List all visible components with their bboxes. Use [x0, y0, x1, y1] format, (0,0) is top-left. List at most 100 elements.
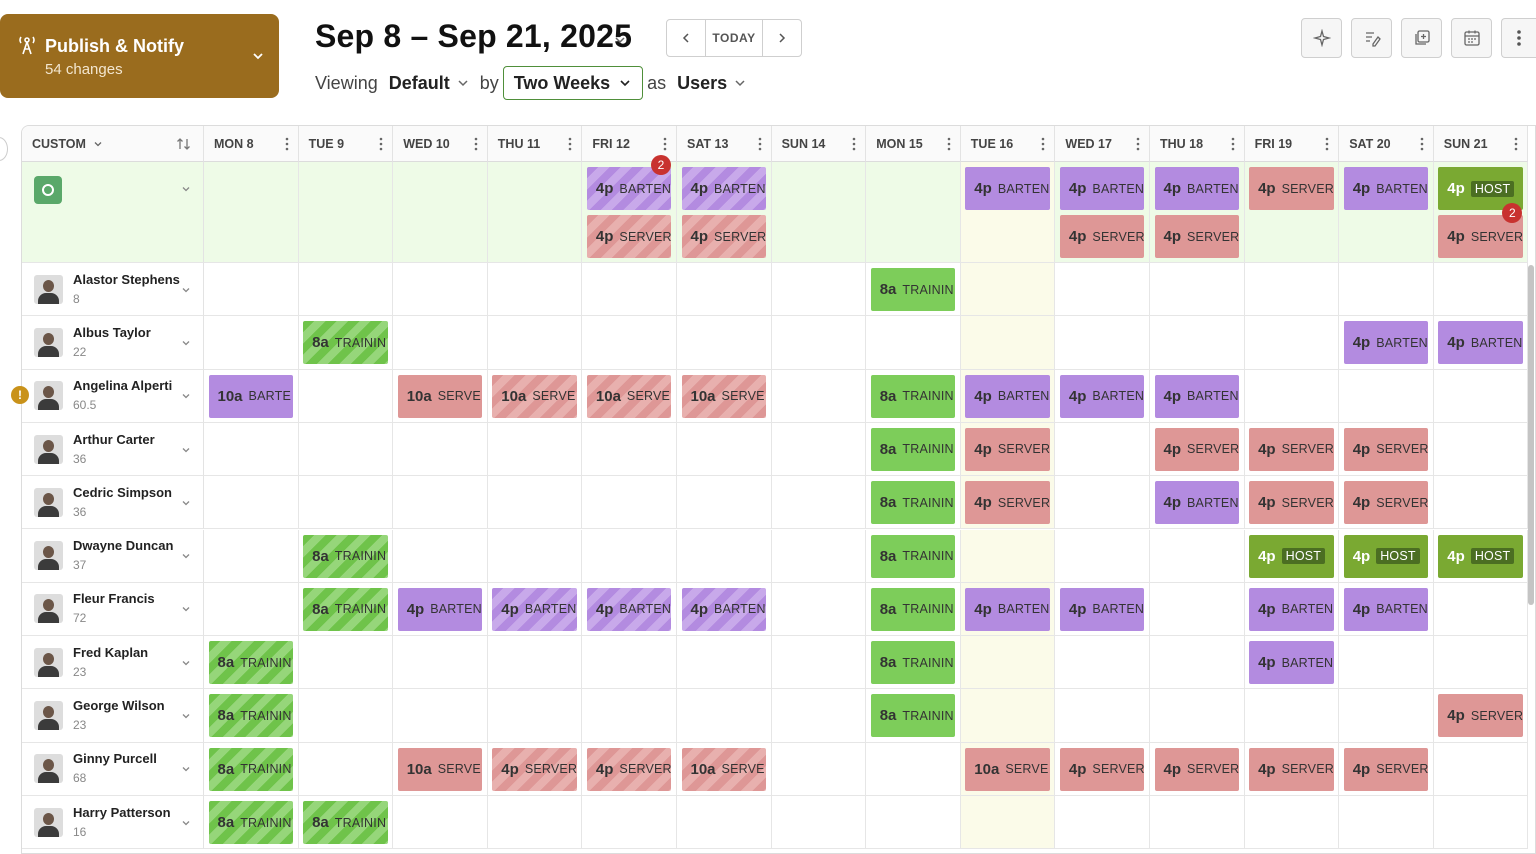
- open-shift-cell[interactable]: [298, 162, 394, 263]
- schedule-cell[interactable]: [1150, 796, 1245, 850]
- user-row-label[interactable]: Cedric Simpson 36: [22, 476, 204, 530]
- shift-block[interactable]: 8a TRAININ: [870, 481, 956, 525]
- shift-block[interactable]: 10a SERVE: [492, 374, 577, 418]
- open-shift-cell[interactable]: [487, 162, 583, 263]
- schedule-cell[interactable]: [1433, 263, 1529, 317]
- schedule-cell[interactable]: [1055, 636, 1150, 690]
- shift-block[interactable]: 4p BARTEN: [1059, 167, 1145, 210]
- user-row-label[interactable]: Fleur Francis 72: [22, 582, 204, 637]
- schedule-cell[interactable]: [393, 636, 488, 690]
- schedule-cell[interactable]: [866, 742, 961, 796]
- shift-block[interactable]: 4p BARTEN: [1343, 167, 1429, 210]
- schedule-cell[interactable]: [487, 422, 583, 477]
- more-vertical-icon[interactable]: [285, 137, 289, 151]
- shift-block[interactable]: 8a TRAININ: [303, 587, 388, 631]
- schedule-cell[interactable]: [960, 689, 1056, 743]
- user-row-label[interactable]: George Wilson 23: [22, 689, 204, 743]
- shift-block[interactable]: 4p BARTEN: [1438, 321, 1523, 365]
- schedule-cell[interactable]: [1055, 689, 1150, 743]
- more-vertical-icon[interactable]: [1231, 137, 1235, 151]
- schedule-cell[interactable]: [298, 689, 394, 743]
- shift-block[interactable]: 10a SERVE: [965, 747, 1050, 791]
- more-vertical-icon[interactable]: [1420, 137, 1424, 151]
- schedule-cell[interactable]: [771, 529, 867, 583]
- shift-block[interactable]: 10a SERVE: [397, 374, 483, 418]
- schedule-cell[interactable]: [204, 582, 299, 637]
- shift-block[interactable]: 4p SERVER: [586, 747, 672, 791]
- schedule-cell[interactable]: [487, 263, 583, 317]
- schedule-cell[interactable]: [204, 476, 299, 530]
- schedule-cell[interactable]: [298, 476, 394, 530]
- schedule-cell[interactable]: [677, 529, 772, 583]
- schedule-cell[interactable]: [393, 689, 488, 743]
- shift-block[interactable]: 8a TRAININ: [208, 641, 294, 685]
- schedule-cell[interactable]: [771, 636, 867, 690]
- shift-block[interactable]: 4p SERVER: [1249, 427, 1334, 471]
- shift-block[interactable]: 10a SERVE: [397, 747, 483, 791]
- schedule-cell[interactable]: [582, 529, 677, 583]
- shift-block[interactable]: 10a SERVE: [681, 747, 767, 791]
- chevron-down-icon[interactable]: [180, 183, 192, 195]
- schedule-cell[interactable]: [1150, 529, 1245, 583]
- day-header[interactable]: MON 8: [204, 126, 299, 162]
- chevron-down-icon[interactable]: [180, 337, 192, 349]
- shift-block[interactable]: 4p BARTEN: [965, 374, 1050, 418]
- shift-block[interactable]: 4p SERVER: [965, 427, 1050, 471]
- shift-block[interactable]: 4p SERVER: [1059, 747, 1145, 791]
- shift-block[interactable]: 10a BARTE: [208, 374, 294, 418]
- schedule-cell[interactable]: [677, 316, 772, 370]
- more-vertical-icon[interactable]: [379, 137, 383, 151]
- schedule-cell[interactable]: [487, 529, 583, 583]
- user-row-label[interactable]: Ginny Purcell 68: [22, 742, 204, 796]
- schedule-cell[interactable]: [677, 636, 772, 690]
- user-row-label[interactable]: Dwayne Duncan 37: [22, 529, 204, 583]
- schedule-cell[interactable]: [204, 422, 299, 477]
- schedule-cell[interactable]: [204, 263, 299, 317]
- chevron-down-icon[interactable]: [180, 763, 192, 775]
- more-vertical-icon[interactable]: [852, 137, 856, 151]
- view-select[interactable]: Default: [389, 73, 450, 94]
- schedule-cell[interactable]: [298, 369, 394, 423]
- schedule-cell[interactable]: [1055, 316, 1150, 370]
- more-vertical-icon[interactable]: [663, 137, 667, 151]
- user-row-label[interactable]: Arthur Carter 36: [22, 422, 204, 477]
- schedule-cell[interactable]: [1244, 369, 1340, 423]
- chevron-down-icon[interactable]: [180, 550, 192, 562]
- schedule-cell[interactable]: [771, 476, 867, 530]
- shift-block[interactable]: 8a TRAININ: [870, 268, 956, 311]
- schedule-cell[interactable]: [677, 796, 772, 850]
- schedule-cell[interactable]: [677, 422, 772, 477]
- schedule-cell[interactable]: [1150, 582, 1245, 637]
- schedule-cell[interactable]: [1433, 476, 1529, 530]
- schedule-cell[interactable]: [582, 316, 677, 370]
- shift-block[interactable]: 4p SERVER: [1343, 747, 1429, 791]
- day-header[interactable]: WED 17: [1055, 126, 1150, 162]
- schedule-cell[interactable]: [960, 529, 1056, 583]
- shift-block[interactable]: 4p BARTEN: [681, 167, 767, 210]
- shift-block[interactable]: 4p HOST: [1438, 534, 1523, 578]
- schedule-cell[interactable]: [582, 796, 677, 850]
- schedule-cell[interactable]: [771, 422, 867, 477]
- schedule-cell[interactable]: [771, 689, 867, 743]
- schedule-cell[interactable]: [1150, 316, 1245, 370]
- day-header[interactable]: SUN 14: [771, 126, 867, 162]
- shift-block[interactable]: 4p BARTEN: [492, 587, 577, 631]
- schedule-cell[interactable]: [487, 796, 583, 850]
- shift-block[interactable]: 4p SERVER: [1249, 167, 1334, 210]
- shift-block[interactable]: 8a TRAININ: [303, 534, 388, 578]
- shift-block[interactable]: 4p HOST: [1249, 534, 1334, 578]
- next-period-button[interactable]: [763, 20, 801, 56]
- day-header[interactable]: MON 15: [866, 126, 961, 162]
- schedule-cell[interactable]: [1244, 316, 1340, 370]
- shift-block[interactable]: 4p BARTEN: [1343, 321, 1429, 365]
- chevron-down-icon[interactable]: [456, 76, 470, 90]
- schedule-cell[interactable]: [677, 689, 772, 743]
- chevron-down-icon[interactable]: [180, 390, 192, 402]
- schedule-cell[interactable]: [866, 316, 961, 370]
- shift-block[interactable]: 4p SERVER: [681, 215, 767, 258]
- day-header[interactable]: TUE 9: [298, 126, 394, 162]
- shift-block[interactable]: 8a TRAININ: [870, 374, 956, 418]
- shift-block[interactable]: 8a TRAININ: [870, 641, 956, 685]
- shift-block[interactable]: 4p BARTEN: [1249, 587, 1334, 631]
- schedule-cell[interactable]: [771, 742, 867, 796]
